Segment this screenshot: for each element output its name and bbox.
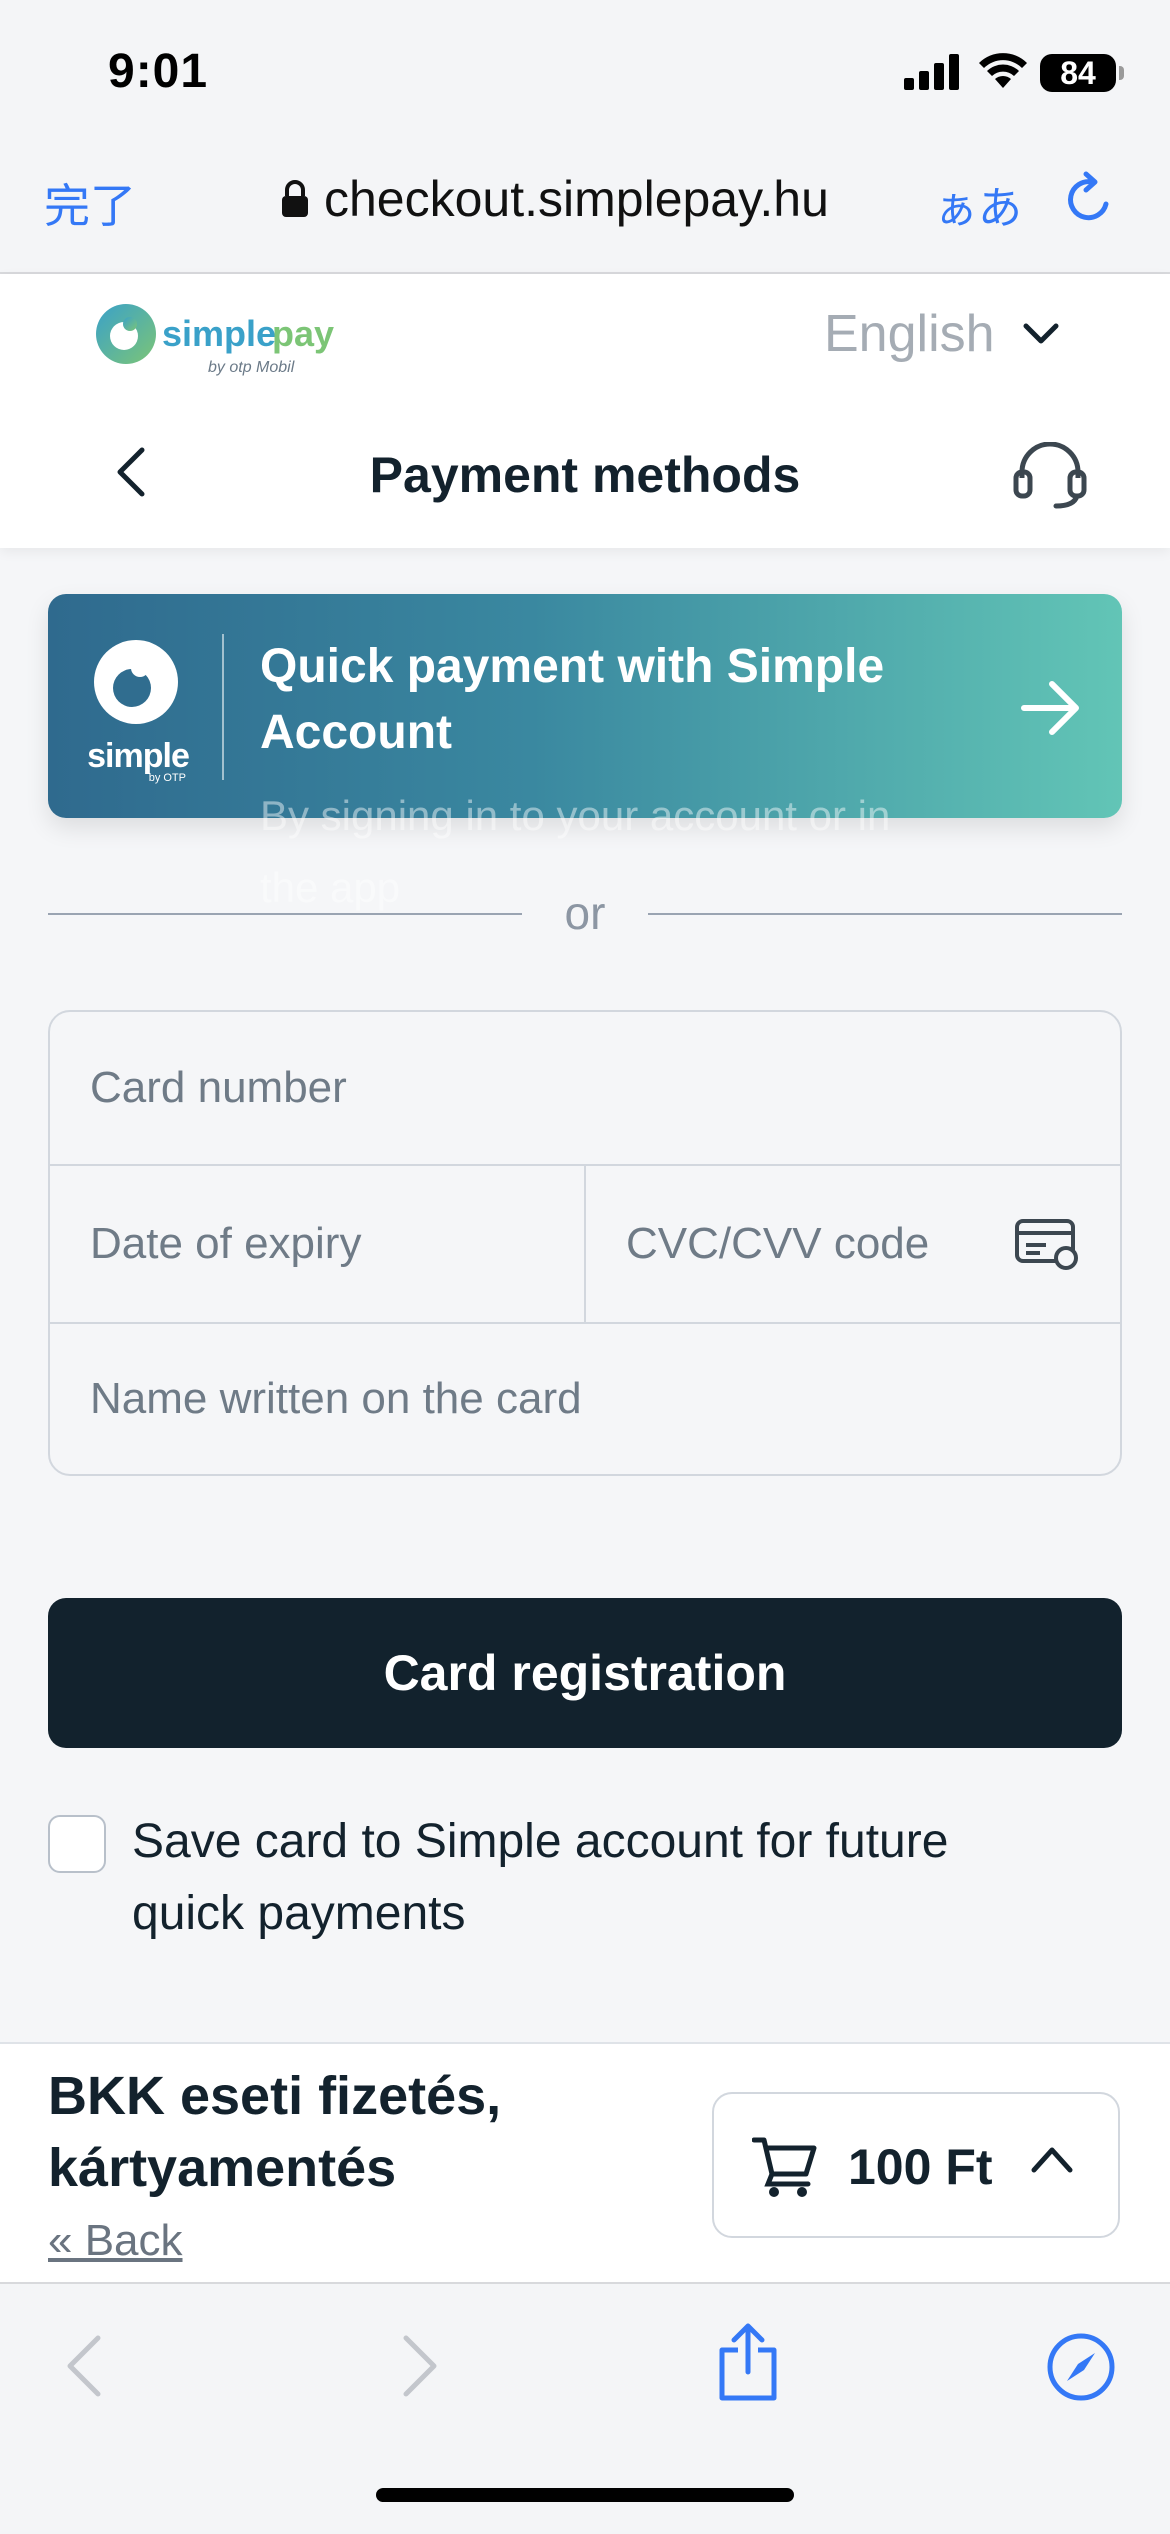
cvc-field (586, 1166, 1120, 1324)
cart-amount: 100 Ft (848, 2139, 993, 2195)
card-form (48, 1010, 1122, 1476)
language-label: English (824, 305, 995, 363)
reload-icon[interactable] (1062, 168, 1118, 228)
browser-back-icon[interactable] (64, 2334, 104, 2398)
quick-pay-banner[interactable]: simple by OTP Quick payment with Simple … (48, 594, 1122, 911)
done-button[interactable]: 完了 (44, 170, 136, 236)
cellular-signal-icon (904, 54, 959, 90)
wifi-icon (979, 53, 1027, 88)
share-icon[interactable] (716, 2322, 780, 2402)
site-header: simple pay by otp Mobil English Payment … (0, 274, 1170, 548)
cart-icon (752, 2137, 817, 2197)
chevron-down-icon (1023, 323, 1059, 344)
divider-line-left (48, 913, 522, 915)
back-link[interactable]: « Back (48, 2216, 183, 2266)
browser-forward-icon[interactable] (400, 2334, 440, 2398)
order-summary-bar: BKK eseti fizetés, kártyamentés « Back 1… (0, 2042, 1170, 2284)
battery-level: 84 (1060, 54, 1096, 91)
headset-support-icon[interactable] (1012, 442, 1088, 510)
expiry-field (50, 1166, 586, 1324)
simple-logo-icon (94, 640, 178, 724)
simple-logo: simple by OTP (82, 638, 194, 784)
svg-text:simple: simple (162, 313, 276, 354)
url-text: checkout.simplepay.hu (324, 171, 829, 227)
compass-icon[interactable] (1046, 2332, 1116, 2402)
cardholder-name-input[interactable] (50, 1324, 1120, 1474)
logo-byline: by otp Mobil (208, 359, 295, 376)
text-size-button[interactable]: ぁあ (934, 172, 1022, 236)
merchant-name: BKK eseti fizetés, kártyamentés (48, 2066, 502, 2198)
lock-icon (282, 180, 308, 217)
card-number-input[interactable] (50, 1012, 1120, 1164)
chevron-up-icon (1031, 2147, 1073, 2173)
simplepay-logo: simple pay by otp Mobil (96, 304, 334, 376)
expiry-input[interactable] (50, 1166, 584, 1322)
page-title: Payment methods (369, 447, 801, 503)
home-indicator[interactable] (376, 2488, 794, 2502)
quick-pay-title: Quick payment with Simple Account (260, 640, 885, 759)
card-registration-button[interactable]: Card registration (48, 1598, 1122, 1748)
card-number-field (50, 1012, 1120, 1166)
status-time: 9:01 (108, 45, 209, 98)
save-card-checkbox[interactable] (48, 1815, 106, 1873)
url-field[interactable]: checkout.simplepay.hu (280, 170, 829, 228)
status-bar: 9:01 84 (0, 0, 1170, 140)
battery-indicator: 84 (1040, 54, 1124, 92)
divider-line-right (648, 913, 1122, 915)
cardholder-name-field (50, 1324, 1120, 1474)
or-label: or (564, 887, 606, 939)
save-card-label[interactable]: Save card to Simple account for future q… (132, 1806, 1072, 1950)
arrow-right-icon (1021, 681, 1079, 735)
svg-text:pay: pay (272, 313, 334, 354)
simple-logo-text: simple (87, 737, 190, 775)
banner-divider (222, 634, 224, 780)
language-select[interactable]: English (824, 304, 1059, 364)
cart-total-button[interactable]: 100 Ft (712, 2092, 1120, 2238)
card-cvc-icon[interactable] (1014, 1218, 1080, 1270)
browser-address-bar: 完了 checkout.simplepay.hu ぁあ (0, 140, 1170, 274)
